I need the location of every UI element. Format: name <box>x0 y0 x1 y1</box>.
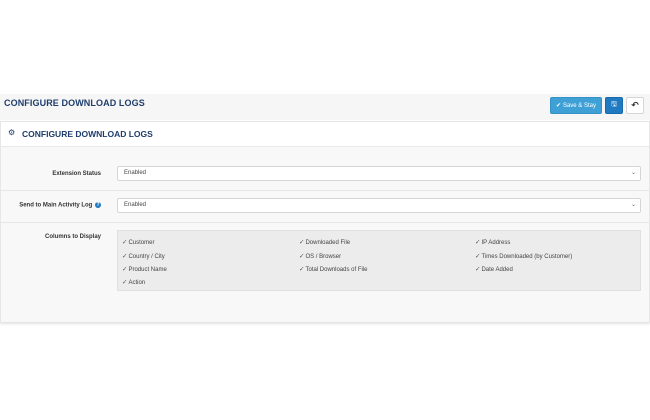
column-option[interactable]: ✓Product Name <box>122 265 167 273</box>
check-icon: ✔ <box>555 103 561 109</box>
check-icon: ✓ <box>475 266 481 273</box>
check-icon: ✓ <box>475 239 481 246</box>
extension-status-value: Enabled <box>124 170 147 176</box>
check-icon: ✓ <box>122 266 128 273</box>
page-title: CONFIGURE DOWNLOAD LOGS <box>4 98 145 108</box>
column-option[interactable]: ✓Action <box>122 278 145 286</box>
cogs-icon: ⚙ <box>8 128 16 137</box>
column-option[interactable]: ✓Times Downloaded (by Customer) <box>475 252 572 260</box>
columns-label: Columns to Display <box>44 234 101 240</box>
column-option[interactable]: ✓Country / City <box>122 252 165 260</box>
save-button[interactable]: 🖫 <box>605 97 623 114</box>
divider <box>1 222 649 223</box>
check-icon: ✓ <box>299 253 305 260</box>
send-main-log-select[interactable]: Enabled ⌄ <box>117 198 641 213</box>
config-panel: ⚙ CONFIGURE DOWNLOAD LOGS Extension Stat… <box>0 121 650 323</box>
column-option[interactable]: ✓IP Address <box>475 238 510 246</box>
divider <box>1 190 649 191</box>
columns-checklist: ✓Customer ✓Downloaded File ✓IP Address ✓… <box>117 230 641 291</box>
column-option[interactable]: ✓OS / Browser <box>299 252 341 260</box>
extension-status-select[interactable]: Enabled ⌄ <box>117 166 641 181</box>
send-main-log-label: Send to Main Activity Log ? <box>19 202 101 209</box>
check-icon: ✓ <box>122 279 128 286</box>
floppy-disk-icon: 🖫 <box>611 101 617 108</box>
column-option[interactable]: ✓Downloaded File <box>299 238 350 246</box>
send-main-log-label-text: Send to Main Activity Log <box>19 202 93 209</box>
save-and-stay-button[interactable]: ✔ Save & Stay <box>549 97 602 114</box>
header-actions: ✔ Save & Stay 🖫 ↶ <box>549 97 644 114</box>
reply-arrow-icon: ↶ <box>631 100 639 110</box>
column-option[interactable]: ✓Total Downloads of File <box>299 265 367 273</box>
check-icon: ✓ <box>122 239 128 246</box>
check-icon: ✓ <box>299 266 305 273</box>
panel-title: CONFIGURE DOWNLOAD LOGS <box>22 129 153 139</box>
column-option[interactable]: ✓Date Added <box>475 265 513 273</box>
send-main-log-value: Enabled <box>124 202 147 208</box>
column-option[interactable]: ✓Customer <box>122 238 154 246</box>
check-icon: ✓ <box>122 253 128 260</box>
chevron-down-icon: ⌄ <box>630 202 636 208</box>
check-icon: ✓ <box>299 239 305 246</box>
help-icon[interactable]: ? <box>95 202 101 208</box>
panel-heading: ⚙ CONFIGURE DOWNLOAD LOGS <box>1 122 649 147</box>
page-header: CONFIGURE DOWNLOAD LOGS ✔ Save & Stay 🖫 … <box>0 94 650 120</box>
back-button[interactable]: ↶ <box>626 97 644 114</box>
check-icon: ✓ <box>475 253 481 260</box>
save-and-stay-label: Save & Stay <box>562 102 596 109</box>
extension-status-label: Extension Status <box>52 171 101 177</box>
chevron-down-icon: ⌄ <box>630 170 636 176</box>
panel-body: Extension Status Enabled ⌄ Send to Main … <box>1 147 649 321</box>
